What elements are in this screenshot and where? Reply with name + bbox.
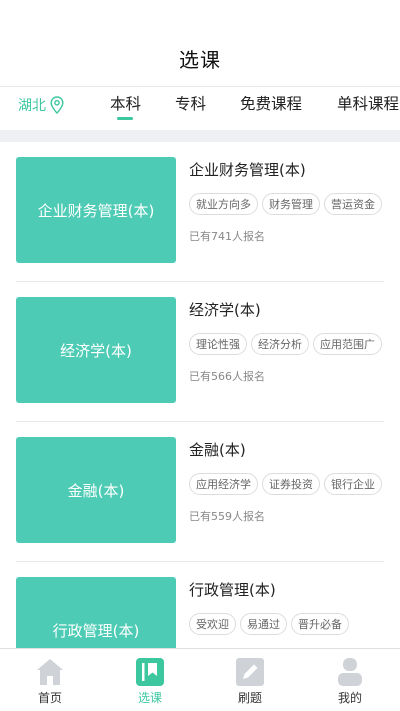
course-name[interactable]: 企业财务管理(本) bbox=[189, 159, 306, 180]
tab-bar: 湖北 本科 专科 免费课程 单科课程 bbox=[0, 86, 400, 130]
active-tab-indicator bbox=[117, 117, 133, 120]
course-thumbnail[interactable]: 经济学(本) bbox=[16, 297, 176, 403]
tab-junior-college[interactable]: 专科 bbox=[175, 92, 206, 114]
course-name[interactable]: 行政管理(本) bbox=[189, 579, 276, 600]
pencil-icon bbox=[235, 657, 265, 687]
nav-practice[interactable]: 刷题 bbox=[200, 649, 300, 711]
course-card[interactable]: 金融(本) 金融(本) 应用经济学 证券投资 银行企业 已有559人报名 bbox=[0, 422, 400, 562]
course-tags: 就业方向多 财务管理 营运资金 bbox=[189, 193, 382, 215]
enrollment-count: 已有559人报名 bbox=[189, 510, 265, 523]
course-thumbnail[interactable]: 行政管理(本) bbox=[16, 577, 176, 650]
course-list[interactable]: 企业财务管理(本) 企业财务管理(本) 就业方向多 财务管理 营运资金 已有74… bbox=[0, 142, 400, 650]
bottom-nav: 首页 选课 刷题 我的 bbox=[0, 648, 400, 711]
nav-course-selection[interactable]: 选课 bbox=[100, 649, 200, 711]
course-tag: 经济分析 bbox=[251, 333, 309, 355]
tab-single-subject[interactable]: 单科课程 bbox=[337, 92, 399, 114]
location-selector[interactable]: 湖北 bbox=[18, 95, 64, 115]
tab-undergraduate[interactable]: 本科 bbox=[110, 92, 141, 114]
course-tags: 应用经济学 证券投资 银行企业 bbox=[189, 473, 382, 495]
course-thumbnail-label: 经济学(本) bbox=[60, 341, 132, 360]
nav-home[interactable]: 首页 bbox=[0, 649, 100, 711]
home-icon bbox=[35, 657, 65, 687]
course-name[interactable]: 经济学(本) bbox=[189, 299, 261, 320]
course-card[interactable]: 经济学(本) 经济学(本) 理论性强 经济分析 应用范围广 已有566人报名 bbox=[0, 282, 400, 422]
course-tag: 易通过 bbox=[240, 613, 287, 635]
course-thumbnail-label: 金融(本) bbox=[67, 481, 125, 500]
course-tags: 理论性强 经济分析 应用范围广 bbox=[189, 333, 382, 355]
enrollment-count: 已有741人报名 bbox=[189, 230, 265, 243]
course-card[interactable]: 企业财务管理(本) 企业财务管理(本) 就业方向多 财务管理 营运资金 已有74… bbox=[0, 142, 400, 282]
course-tag: 财务管理 bbox=[262, 193, 320, 215]
course-thumbnail[interactable]: 企业财务管理(本) bbox=[16, 157, 176, 263]
course-tag: 理论性强 bbox=[189, 333, 247, 355]
course-tag: 受欢迎 bbox=[189, 613, 236, 635]
course-thumbnail-label: 行政管理(本) bbox=[52, 621, 140, 640]
nav-home-label: 首页 bbox=[37, 691, 62, 705]
user-icon bbox=[335, 657, 365, 687]
course-tag: 就业方向多 bbox=[189, 193, 258, 215]
enrollment-count: 已有566人报名 bbox=[189, 370, 265, 383]
course-tag: 银行企业 bbox=[324, 473, 382, 495]
course-name[interactable]: 金融(本) bbox=[189, 439, 246, 460]
location-label: 湖北 bbox=[18, 98, 46, 114]
nav-practice-label: 刷题 bbox=[237, 691, 262, 705]
course-card[interactable]: 行政管理(本) 行政管理(本) 受欢迎 易通过 晋升必备 bbox=[0, 562, 400, 650]
page-title: 选课 bbox=[179, 48, 221, 72]
nav-course-selection-label: 选课 bbox=[137, 691, 162, 705]
course-tag: 应用范围广 bbox=[313, 333, 382, 355]
nav-profile[interactable]: 我的 bbox=[300, 649, 400, 711]
tab-free-courses[interactable]: 免费课程 bbox=[240, 92, 302, 114]
bookmark-icon bbox=[135, 657, 165, 687]
course-tag: 应用经济学 bbox=[189, 473, 258, 495]
section-divider bbox=[0, 130, 400, 142]
course-tag: 证券投资 bbox=[262, 473, 320, 495]
course-thumbnail-label: 企业财务管理(本) bbox=[37, 201, 155, 220]
course-tag: 营运资金 bbox=[324, 193, 382, 215]
nav-profile-label: 我的 bbox=[337, 691, 362, 705]
course-tag: 晋升必备 bbox=[291, 613, 349, 635]
location-pin-icon bbox=[50, 96, 64, 114]
header: 选课 bbox=[0, 0, 400, 86]
course-tags: 受欢迎 易通过 晋升必备 bbox=[189, 613, 349, 635]
course-thumbnail[interactable]: 金融(本) bbox=[16, 437, 176, 543]
